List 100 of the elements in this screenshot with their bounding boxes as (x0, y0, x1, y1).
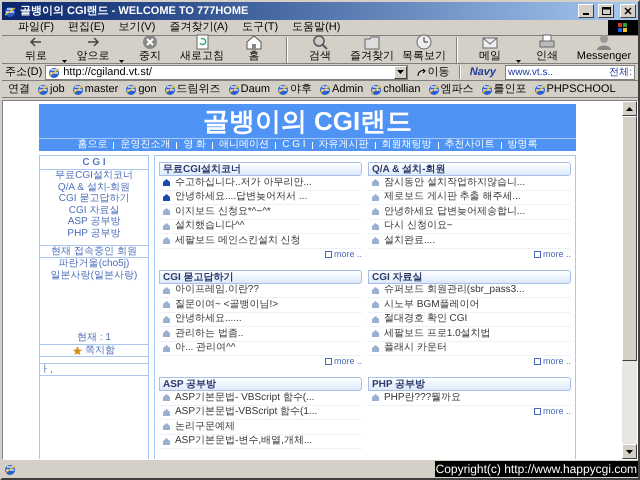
board-post-link[interactable]: 안녕하세요 답변늦어제송합니... (368, 205, 571, 220)
menu-item[interactable]: 즐겨찾기(A) (169, 19, 228, 36)
board-post-link[interactable]: PHP란???뭘까요 (368, 391, 571, 406)
scroll-up-button[interactable] (622, 101, 637, 116)
banner-title: 골뱅이의 CGI랜드 (202, 106, 412, 136)
printer-icon (538, 34, 556, 50)
up-arrow-icon (626, 106, 633, 110)
more-link[interactable]: more .. (534, 406, 571, 416)
menu-item[interactable]: 편집(E) (68, 19, 105, 36)
link-item[interactable]: 드림위즈 (164, 80, 221, 98)
board-post-link[interactable]: 시노부 BGM플레이어 (368, 298, 571, 312)
board-post-link[interactable]: 이지보드 신청요*^~^* (159, 205, 362, 220)
board-post-link[interactable]: 설치했습니다^^ (159, 220, 362, 234)
sidebar-link[interactable]: ASP 공부방 (40, 216, 148, 228)
dropdown-button[interactable] (394, 66, 407, 78)
window-title: 골뱅이의 CGI랜드 - WELCOME TO 777HOME (20, 4, 250, 19)
toolbar-button[interactable]: 목록보기 (398, 34, 450, 63)
board-post-link[interactable]: 수고하십니다..저가 아무리안... (159, 176, 362, 190)
member-name: 일본사랑(일본사랑) (50, 270, 138, 282)
board-post-link[interactable]: ASP기본문법-VBScript 함수(1... (159, 406, 362, 420)
minimize-button[interactable] (578, 4, 594, 18)
menu-item[interactable]: 도움말(H) (292, 19, 340, 36)
browser-icon (4, 5, 16, 17)
link-item[interactable]: master (72, 80, 118, 98)
sidebar-link[interactable]: Q/A & 설치-회원 (40, 182, 148, 193)
toolbar-button[interactable]: 메일 (464, 34, 516, 63)
sidebar-link[interactable]: CGI 자료실 (40, 204, 148, 216)
board-post-link[interactable]: 슈퍼보드 회원관리(sbr_pass3... (368, 284, 571, 298)
board-title: CGI 묻고답하기 (159, 270, 362, 284)
link-item[interactable]: gon (125, 80, 157, 98)
link-item[interactable]: chollian (370, 80, 421, 98)
board-post-link[interactable]: 다시 신청이요~ (368, 220, 571, 234)
sidebar-link[interactable]: 무료CGI설치코너 (40, 170, 148, 182)
board-post-link[interactable]: 안녕하세요...... (159, 312, 362, 327)
board-post-link[interactable]: 질문이여~ <골뱅이님!> (159, 298, 362, 312)
board-post-link[interactable]: 논리구문예제 (159, 420, 362, 434)
go-arrow-icon (416, 68, 426, 76)
note-icon (534, 250, 541, 258)
board-post-link[interactable]: 안녕하세요....답변늦어저서 ... (159, 190, 362, 205)
board-post-link[interactable]: 아... 관리여^^ (159, 342, 362, 356)
toolbar-button[interactable]: 앞으로 (67, 34, 119, 63)
toolbar-button[interactable]: 홈 (228, 34, 280, 63)
address-label: 주소(D) (5, 64, 42, 80)
more-link[interactable]: more .. (324, 356, 362, 367)
scroll-down-button[interactable] (622, 444, 637, 459)
board-post-link[interactable]: 세팔보드 프로1.0설치법 (368, 327, 571, 342)
messages-link[interactable]: 쪽지함 (40, 345, 148, 357)
more-link[interactable]: more .. (534, 248, 571, 260)
windows-logo-icon (618, 22, 628, 32)
menu-item[interactable]: 도구(T) (242, 19, 278, 36)
board-post-link[interactable]: 세팔보드 메인스킨설치 신청 (159, 234, 362, 248)
link-item[interactable]: PHPSCHOOL (534, 80, 616, 98)
go-button[interactable]: 이동 (410, 64, 456, 80)
toolbar-button[interactable]: 즐겨찾기 (346, 34, 398, 63)
board-post-link[interactable]: ASP기본문법- VBScript 함수(... (159, 391, 362, 406)
toolbar-button[interactable]: 검색 (294, 34, 346, 63)
toolbar-button[interactable]: 뒤로 (10, 34, 62, 63)
board-post-link[interactable]: 잠시동안 설치작업하지않습니... (368, 176, 571, 190)
link-item[interactable]: 를인포 (480, 80, 527, 98)
page-icon (370, 83, 382, 95)
member-name: 파란거울(cho5j) (58, 258, 130, 270)
sidebar-link[interactable]: CGI 묻고답하기 (40, 193, 148, 204)
sidebar-link[interactable]: PHP 공부방 (40, 228, 148, 239)
close-icon (624, 7, 632, 15)
board-post-link[interactable]: ASP기본문법-변수,배열,개체... (159, 434, 362, 449)
search-field[interactable]: www.vt.s.. 전체: (505, 64, 635, 80)
dropdown-arrow-icon (396, 70, 404, 74)
link-item[interactable]: Admin (319, 80, 364, 98)
more-link[interactable]: more .. (324, 248, 362, 260)
scroll-thumb[interactable] (622, 116, 637, 361)
board-post-link[interactable]: 관리하는 법좀.. (159, 327, 362, 342)
link-item[interactable]: job (37, 80, 65, 98)
link-item[interactable]: Daum (228, 80, 270, 98)
maximize-button[interactable] (598, 4, 614, 18)
search-provider-logo: Navy (468, 64, 498, 80)
toolbar-button[interactable]: 새로고침 (176, 34, 228, 63)
more-link[interactable]: more .. (534, 356, 571, 367)
toolbar-button[interactable]: 인쇄 (521, 34, 573, 63)
page-icon (428, 83, 440, 95)
note-icon (324, 250, 332, 258)
toolbar-button[interactable]: 중지 (124, 34, 176, 63)
menu-item[interactable]: 파일(F) (18, 19, 54, 36)
sidebar-heading: 현재 접속중인 회원 (40, 246, 148, 258)
search-scope: 전체: (609, 66, 632, 78)
link-item[interactable]: 야후 (277, 80, 312, 98)
dropdown-arrow-icon (62, 60, 67, 63)
board-post-link[interactable]: 아이프레임.이란?? (159, 284, 362, 298)
board-post-link[interactable]: 플래시 카운터 (368, 342, 571, 356)
board-post-link[interactable]: 제로보드 게시판 추출 해주세... (368, 190, 571, 205)
menu-item[interactable]: 보기(V) (118, 19, 156, 36)
toolbar-button[interactable]: Messenger (573, 34, 635, 63)
down-arrow-icon (626, 450, 633, 454)
page-icon (319, 83, 332, 95)
board-post-link[interactable]: 설치완료.... (368, 234, 571, 248)
link-item[interactable]: 엠파스 (428, 80, 474, 98)
note-icon (534, 408, 541, 414)
scrollbar[interactable] (622, 101, 637, 459)
close-button[interactable] (620, 4, 636, 18)
address-field[interactable]: http://cgiland.vt.st/ (45, 64, 408, 80)
board-post-link[interactable]: 절대경호 확인 CGI (368, 312, 571, 327)
